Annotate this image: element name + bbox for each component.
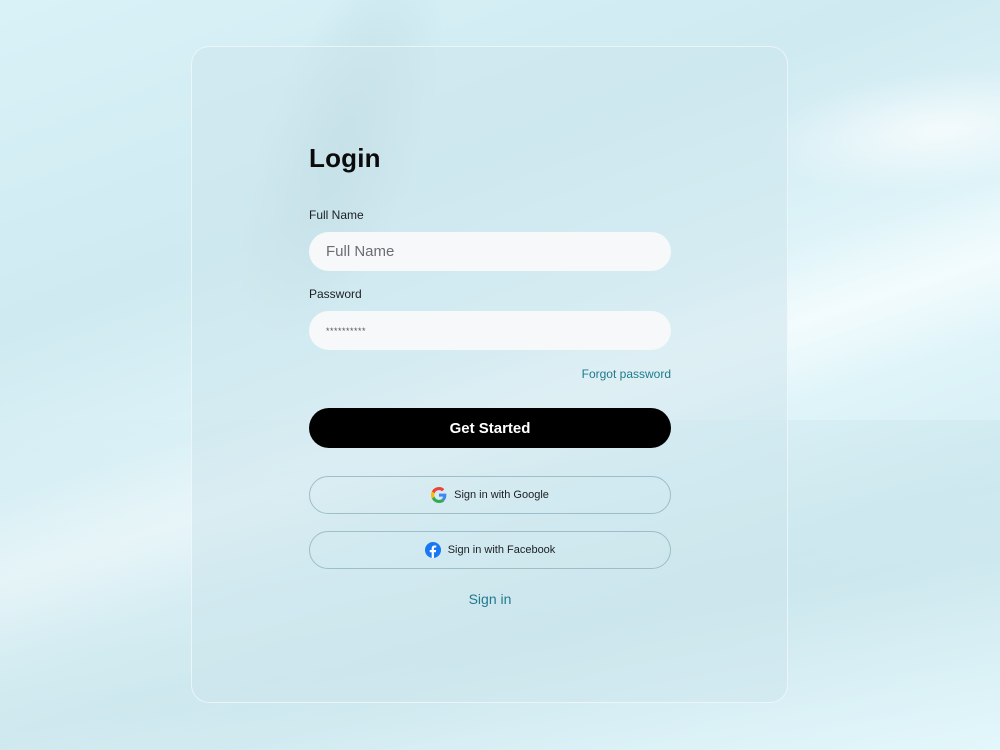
google-button-label: Sign in with Google [454, 489, 549, 501]
password-label: Password [309, 287, 362, 301]
full-name-input[interactable] [309, 232, 671, 271]
forgot-password-link[interactable]: Forgot password [582, 367, 671, 381]
google-icon [431, 487, 447, 503]
background-shape [754, 51, 1000, 209]
facebook-icon [424, 542, 441, 558]
page-title: Login [309, 143, 381, 173]
full-name-label: Full Name [309, 208, 364, 222]
sign-in-link[interactable]: Sign in [309, 591, 671, 607]
google-signin-button[interactable]: Sign in with Google [309, 476, 671, 514]
facebook-signin-button[interactable]: Sign in with Facebook [309, 531, 671, 569]
facebook-button-label: Sign in with Facebook [447, 544, 556, 556]
login-card: Login Full Name Password Forgot password… [191, 46, 788, 703]
get-started-button[interactable]: Get Started [309, 408, 671, 448]
password-input[interactable] [309, 311, 671, 350]
